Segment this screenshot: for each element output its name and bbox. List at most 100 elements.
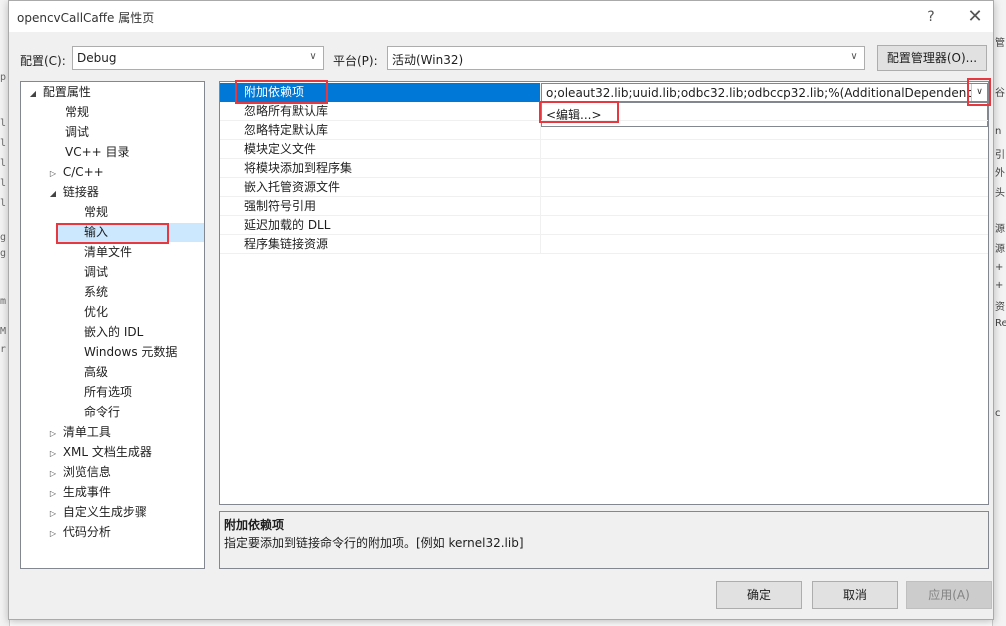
- background-editor-right: 管 谷 n 引 外 头 源 源 + + 资 Re c: [992, 0, 1006, 626]
- chevron-down-icon[interactable]: ∨: [971, 84, 987, 101]
- bg-char: c: [995, 408, 1001, 419]
- config-select[interactable]: Debug ∨: [72, 46, 324, 70]
- collapsed-triangle-icon[interactable]: ▷: [47, 464, 59, 483]
- tree-item-debugging[interactable]: 调试: [65, 123, 89, 142]
- property-row[interactable]: 强制符号引用: [220, 197, 988, 216]
- property-row[interactable]: 模块定义文件: [220, 140, 988, 159]
- bg-char: M: [0, 326, 7, 337]
- bg-char: n: [995, 126, 1002, 137]
- tree-item-label: 配置属性: [42, 85, 91, 99]
- close-button[interactable]: ✕: [957, 5, 993, 29]
- property-value[interactable]: [541, 159, 988, 178]
- bg-char: 资: [995, 302, 1005, 313]
- chevron-down-icon: ∨: [850, 51, 858, 62]
- property-name: 将模块添加到程序集: [220, 159, 541, 178]
- property-name: 忽略所有默认库: [220, 102, 541, 121]
- bg-char: +: [995, 262, 1004, 273]
- tree-item-build-events[interactable]: ▷ 生成事件: [47, 483, 111, 502]
- tree-item-browse-info[interactable]: ▷ 浏览信息: [47, 463, 111, 482]
- help-button[interactable]: ?: [913, 5, 949, 29]
- property-row[interactable]: 忽略所有默认库: [220, 102, 988, 121]
- tree-item-code-analysis[interactable]: ▷ 代码分析: [47, 523, 111, 542]
- bg-char: l: [0, 198, 7, 209]
- tree-item-linker[interactable]: ◢ 链接器: [47, 183, 99, 202]
- tree-item-custom-build-step[interactable]: ▷ 自定义生成步骤: [47, 503, 147, 522]
- tree-item-all-options[interactable]: 所有选项: [84, 383, 132, 402]
- tree-item-label: 链接器: [62, 185, 99, 199]
- property-name: 忽略特定默认库: [220, 121, 541, 140]
- tree-item-advanced[interactable]: 高级: [84, 363, 108, 382]
- bg-char: r: [0, 344, 7, 355]
- property-value[interactable]: [541, 235, 988, 254]
- tree-item-manifest-tool[interactable]: ▷ 清单工具: [47, 423, 111, 442]
- config-label: 配置(C):: [20, 54, 66, 68]
- bg-char: 引: [995, 150, 1005, 161]
- bg-char: l: [0, 178, 7, 189]
- tree-item-embedded-idl[interactable]: 嵌入的 IDL: [84, 323, 143, 342]
- bg-char: 头: [995, 188, 1005, 199]
- collapsed-triangle-icon[interactable]: ▷: [47, 444, 59, 463]
- property-row[interactable]: 程序集链接资源: [220, 235, 988, 254]
- tree-item-label: C/C++: [62, 165, 104, 179]
- tree-item-config-properties[interactable]: ◢ 配置属性: [27, 83, 91, 102]
- bg-char: 源: [995, 244, 1005, 255]
- ok-button[interactable]: 确定: [716, 581, 802, 609]
- property-value[interactable]: [541, 140, 988, 159]
- description-panel: 附加依赖项 指定要添加到链接命令行的附加项。[例如 kernel32.lib]: [219, 511, 989, 569]
- property-value[interactable]: [541, 216, 988, 235]
- chevron-down-icon: ∨: [309, 51, 317, 62]
- expanded-triangle-icon[interactable]: ◢: [27, 84, 39, 103]
- tree-item-command-line[interactable]: 命令行: [84, 403, 120, 422]
- bg-char: g: [0, 232, 7, 243]
- apply-button[interactable]: 应用(A): [906, 581, 992, 609]
- bg-char: l: [0, 118, 7, 129]
- tree-item-label: 自定义生成步骤: [62, 505, 147, 519]
- tree-item-windows-metadata[interactable]: Windows 元数据: [84, 343, 177, 362]
- bg-char: l: [0, 138, 7, 149]
- collapsed-triangle-icon[interactable]: ▷: [47, 524, 59, 543]
- tree-item-manifest-file[interactable]: 清单文件: [84, 243, 132, 262]
- tree-item-label: 生成事件: [62, 485, 111, 499]
- tree-item-vc-directories[interactable]: VC++ 目录: [65, 143, 130, 162]
- property-tree: ◢ 配置属性 常规 调试 VC++ 目录 ▷ C/C++ ◢ 链接器 常规 输入…: [20, 81, 205, 569]
- platform-select[interactable]: 活动(Win32) ∨: [387, 46, 865, 70]
- tree-item-label: XML 文档生成器: [62, 445, 152, 459]
- property-row[interactable]: 延迟加载的 DLL: [220, 216, 988, 235]
- property-row-additional-dependencies[interactable]: 附加依赖项 o;oleaut32.lib;uuid.lib;odbc32.lib…: [220, 83, 988, 102]
- tree-item-system[interactable]: 系统: [84, 283, 108, 302]
- bg-char: 管: [995, 38, 1005, 49]
- platform-label: 平台(P):: [333, 54, 378, 68]
- tree-item-linker-debugging[interactable]: 调试: [84, 263, 108, 282]
- collapsed-triangle-icon[interactable]: ▷: [47, 424, 59, 443]
- property-value[interactable]: [541, 197, 988, 216]
- tree-item-c-cpp[interactable]: ▷ C/C++: [47, 163, 104, 182]
- property-name: 附加依赖项: [220, 83, 541, 102]
- collapsed-triangle-icon[interactable]: ▷: [47, 504, 59, 523]
- tree-item-optimization[interactable]: 优化: [84, 303, 108, 322]
- property-name: 程序集链接资源: [220, 235, 541, 254]
- collapsed-triangle-icon[interactable]: ▷: [47, 164, 59, 183]
- collapsed-triangle-icon[interactable]: ▷: [47, 484, 59, 503]
- expanded-triangle-icon[interactable]: ◢: [47, 184, 59, 203]
- bg-char: p: [0, 72, 7, 83]
- tree-item-linker-input[interactable]: 输入: [57, 223, 204, 242]
- property-value[interactable]: [541, 178, 988, 197]
- property-pages-dialog: opencvCallCaffe 属性页 ? ✕ 配置(C): Debug ∨ 平…: [8, 0, 994, 620]
- tree-item-label: 清单工具: [62, 425, 111, 439]
- config-manager-button[interactable]: 配置管理器(O)...: [877, 45, 987, 71]
- property-row[interactable]: 将模块添加到程序集: [220, 159, 988, 178]
- property-grid: 附加依赖项 o;oleaut32.lib;uuid.lib;odbc32.lib…: [219, 81, 989, 505]
- description-title: 附加依赖项: [224, 518, 285, 532]
- property-value-input[interactable]: o;oleaut32.lib;uuid.lib;odbc32.lib;odbcc…: [541, 83, 988, 102]
- tree-item-label: 代码分析: [62, 525, 111, 539]
- tree-item-general[interactable]: 常规: [65, 103, 89, 122]
- tree-item-xml-doc-generator[interactable]: ▷ XML 文档生成器: [47, 443, 152, 462]
- property-name: 延迟加载的 DLL: [220, 216, 541, 235]
- property-row[interactable]: 忽略特定默认库: [220, 121, 988, 140]
- tree-item-linker-general[interactable]: 常规: [84, 203, 108, 222]
- property-name: 强制符号引用: [220, 197, 541, 216]
- bg-char: m: [0, 296, 7, 307]
- property-row[interactable]: 嵌入托管资源文件: [220, 178, 988, 197]
- cancel-button[interactable]: 取消: [812, 581, 898, 609]
- bg-char: Re: [995, 318, 1006, 329]
